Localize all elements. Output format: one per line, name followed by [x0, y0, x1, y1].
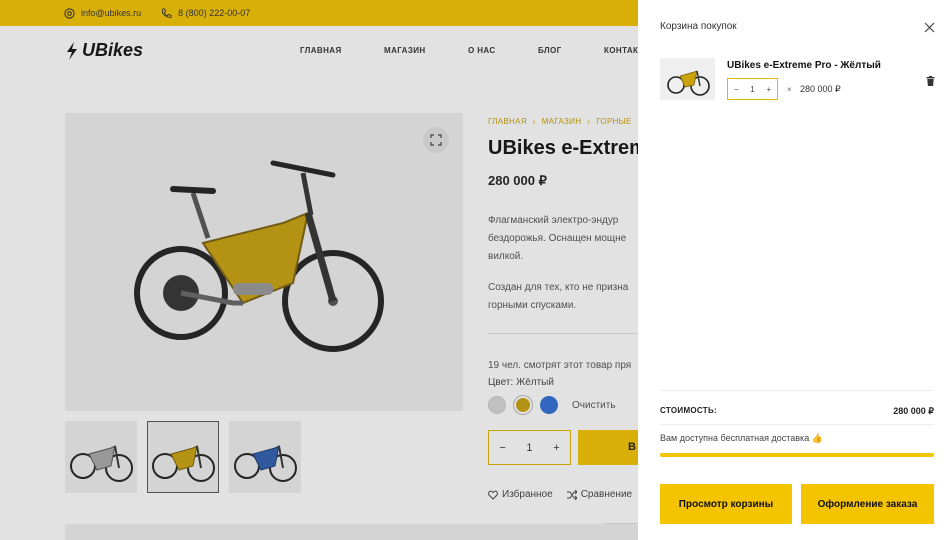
bike-thumbnail-yellow	[666, 70, 710, 96]
trash-icon	[926, 76, 935, 86]
cart-drawer: Корзина покупок UBikes e-Extreme Pro - Ж…	[638, 0, 950, 540]
divider	[660, 424, 934, 425]
total-label: СТОИМОСТЬ:	[660, 406, 718, 415]
progress-fill	[660, 453, 934, 457]
cart-qty-increase-button[interactable]: +	[766, 85, 771, 94]
cart-qty-decrease-button[interactable]: −	[734, 85, 739, 94]
view-cart-button[interactable]: Просмотр корзины	[660, 484, 792, 524]
cart-item: UBikes e-Extreme Pro - Жёлтый − 1 + × 28…	[660, 58, 936, 108]
multiply-sign: ×	[787, 85, 792, 94]
cart-title: Корзина покупок	[660, 21, 737, 32]
cart-qty-value[interactable]: 1	[750, 85, 754, 94]
close-cart-button[interactable]	[922, 20, 936, 34]
remove-item-button[interactable]	[926, 73, 936, 86]
cart-item-name[interactable]: UBikes e-Extreme Pro - Жёлтый	[727, 60, 881, 71]
divider	[660, 390, 934, 391]
close-icon	[924, 22, 934, 32]
free-shipping-notice: Вам доступна бесплатная доставка 👍	[660, 433, 823, 443]
checkout-button[interactable]: Оформление заказа	[801, 484, 934, 524]
cart-item-image[interactable]	[660, 58, 715, 100]
total-value: 280 000 ₽	[893, 406, 934, 416]
cart-quantity-stepper: − 1 +	[727, 78, 778, 100]
page-dim-overlay[interactable]	[0, 0, 638, 540]
free-shipping-progress	[660, 453, 934, 457]
cart-item-price: 280 000 ₽	[800, 84, 841, 94]
